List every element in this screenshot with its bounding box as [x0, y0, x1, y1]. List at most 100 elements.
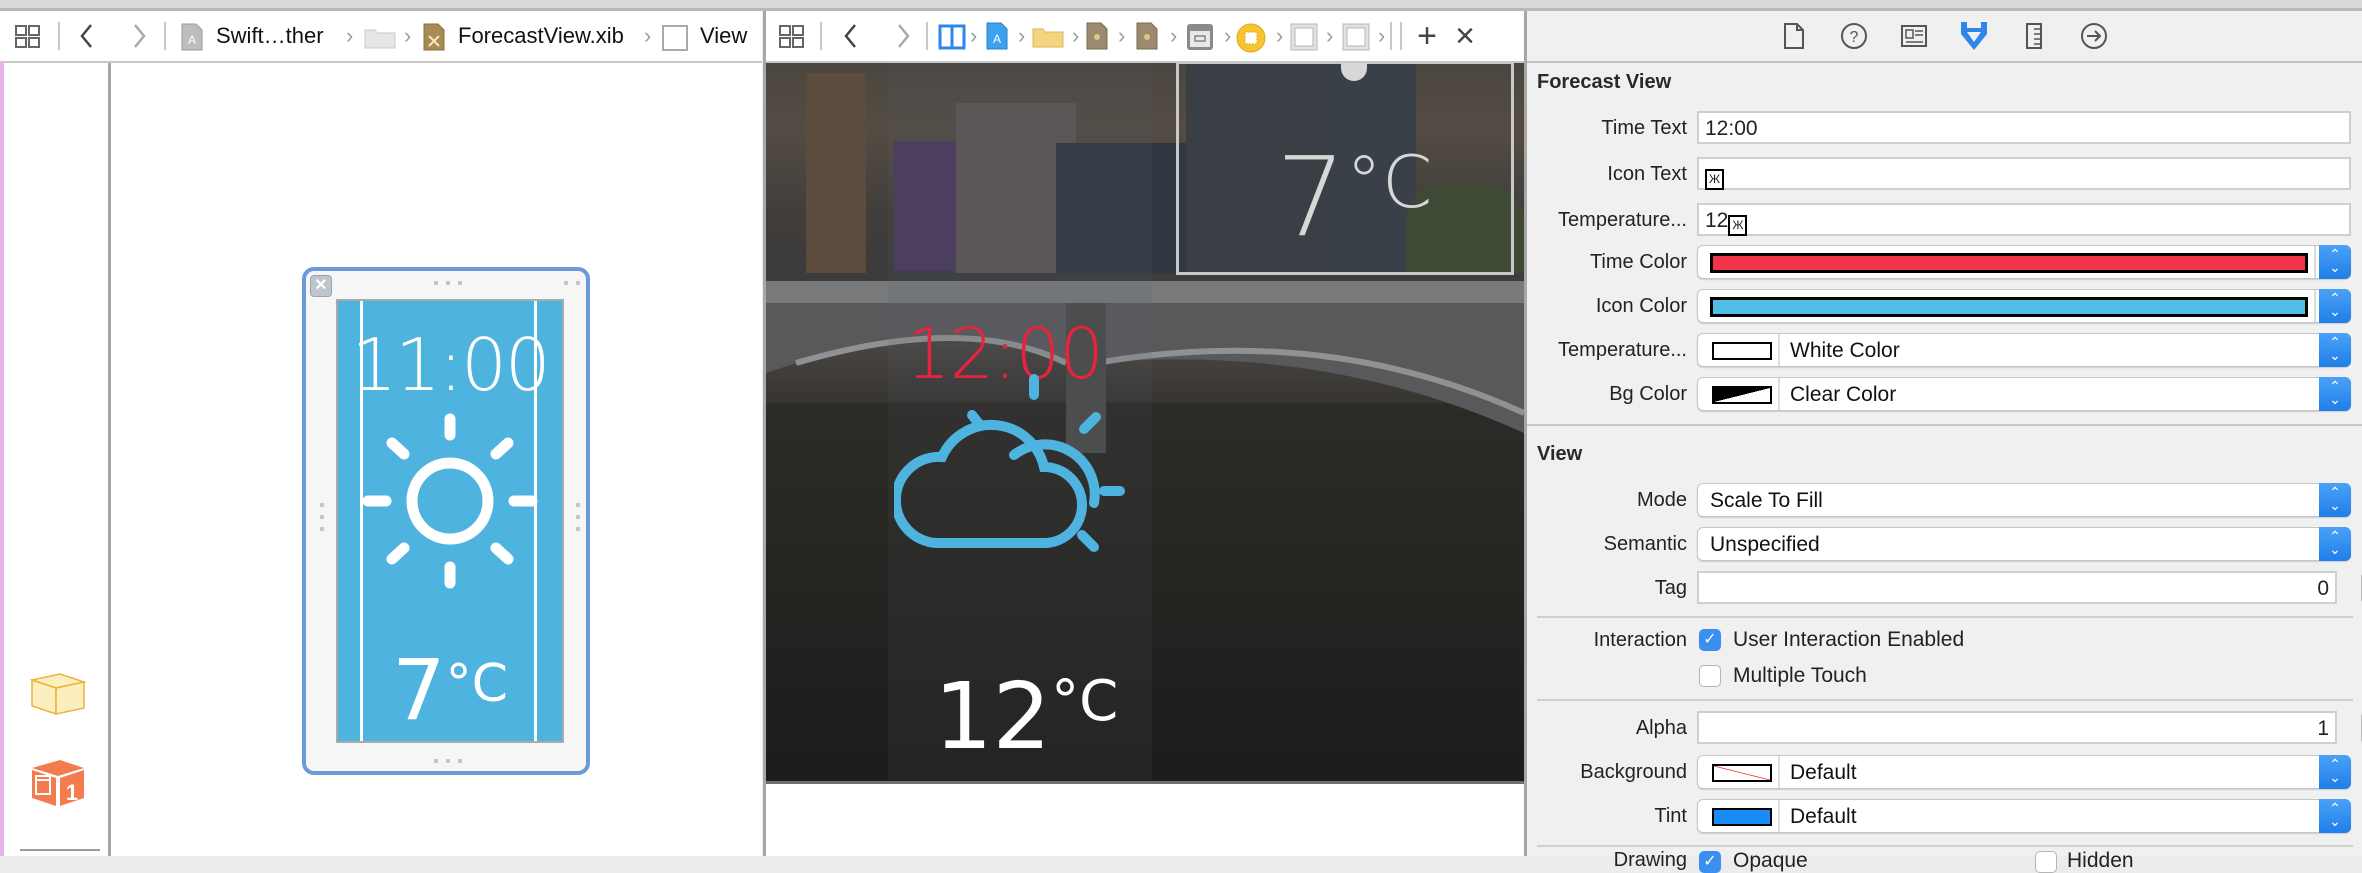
- mode-value: Scale To Fill: [1710, 489, 1823, 512]
- resize-handle[interactable]: [446, 281, 450, 285]
- forward-icon[interactable]: [888, 21, 918, 51]
- view-icon[interactable]: [1290, 23, 1318, 51]
- breadcrumb-view[interactable]: View: [700, 23, 747, 49]
- view-icon[interactable]: [1342, 23, 1370, 51]
- user-interaction-enabled-checkbox[interactable]: ✓: [1699, 629, 1721, 651]
- forecast-view-content[interactable]: 11:00 7°C: [336, 299, 564, 743]
- mode-label: Mode: [1636, 489, 1687, 511]
- temperature-color-picker[interactable]: White Color ⌃ ⌄: [1697, 333, 2351, 367]
- view-controller-icon[interactable]: [1236, 23, 1266, 53]
- back-icon[interactable]: [72, 21, 102, 51]
- popup-arrows-icon[interactable]: ⌃ ⌄: [2319, 289, 2351, 323]
- close-icon[interactable]: ✕: [310, 275, 332, 297]
- svg-text:A: A: [993, 32, 1001, 46]
- folder-icon[interactable]: [1032, 26, 1064, 48]
- resize-handle[interactable]: [576, 281, 580, 285]
- split-editor-icon[interactable]: [938, 24, 966, 50]
- temperature-text-label: Temperature...: [1558, 209, 1687, 231]
- time-label[interactable]: 11:00: [338, 323, 562, 407]
- resize-handle[interactable]: [458, 281, 462, 285]
- related-items-icon[interactable]: [14, 23, 42, 51]
- forward-icon[interactable]: [124, 21, 154, 51]
- breadcrumb-chevron-icon: ›: [970, 23, 978, 48]
- xcode-project-icon[interactable]: A: [180, 23, 204, 51]
- toolbar-separator: [1390, 22, 1392, 50]
- bg-color-picker[interactable]: Clear Color ⌃ ⌄: [1697, 377, 2351, 411]
- popup-arrows-icon[interactable]: ⌃ ⌄: [2319, 755, 2351, 789]
- partly-cloudy-icon[interactable]: [890, 373, 1132, 563]
- section-divider: [1537, 699, 2353, 701]
- semantic-select[interactable]: Unspecified ⌃ ⌄: [1697, 527, 2351, 561]
- resize-handle[interactable]: [434, 759, 438, 763]
- hidden-label[interactable]: Hidden: [2067, 849, 2134, 873]
- time-color-picker[interactable]: ⌃ ⌄: [1697, 245, 2351, 279]
- breadcrumb-project[interactable]: Swift…ther: [216, 23, 324, 49]
- icon-text-field[interactable]: Ж: [1697, 157, 2351, 190]
- breadcrumb-xib-file[interactable]: ForecastView.xib: [458, 23, 624, 49]
- popup-arrows-icon[interactable]: ⌃ ⌄: [2319, 245, 2351, 279]
- folder-icon[interactable]: [364, 27, 396, 49]
- resize-handle[interactable]: [320, 527, 324, 531]
- hidden-checkbox[interactable]: [2035, 851, 2057, 873]
- connections-inspector-icon[interactable]: [2077, 19, 2111, 53]
- attributes-inspector-icon[interactable]: [1957, 19, 1991, 53]
- tag-field[interactable]: 0: [1697, 571, 2337, 604]
- storyboard-file-icon[interactable]: [1086, 22, 1108, 50]
- temperature-color-value: White Color: [1790, 339, 1900, 362]
- resize-handle[interactable]: [576, 515, 580, 519]
- first-responder-cube-icon[interactable]: 1: [30, 758, 86, 808]
- time-text-field[interactable]: 12:00: [1697, 111, 2351, 144]
- xib-file-icon[interactable]: [422, 23, 446, 51]
- popup-arrows-icon[interactable]: ⌃ ⌄: [2319, 333, 2351, 367]
- resize-handle[interactable]: [320, 515, 324, 519]
- popup-arrows-icon[interactable]: ⌃ ⌄: [2319, 377, 2351, 411]
- popup-arrows-icon[interactable]: ⌃ ⌄: [2319, 483, 2351, 517]
- small-temperature-label[interactable]: 7°C: [1276, 133, 1432, 261]
- quick-help-icon[interactable]: ?: [1837, 19, 1871, 53]
- semantic-value: Unspecified: [1710, 533, 1820, 556]
- file-inspector-icon[interactable]: [1777, 19, 1811, 53]
- mode-select[interactable]: Scale To Fill ⌃ ⌄: [1697, 483, 2351, 517]
- svg-text:?: ?: [1850, 29, 1859, 46]
- close-editor-button[interactable]: ×: [1450, 17, 1480, 55]
- popup-arrows-icon[interactable]: ⌃ ⌄: [2319, 527, 2351, 561]
- view-icon[interactable]: [662, 25, 688, 51]
- resize-handle[interactable]: [434, 281, 438, 285]
- resize-handle[interactable]: [564, 281, 568, 285]
- tint-value: Default: [1790, 805, 1857, 828]
- temperature-label[interactable]: 12°C: [934, 663, 1118, 770]
- building: [806, 73, 866, 273]
- size-inspector-icon[interactable]: [2017, 19, 2051, 53]
- temperature-text-field[interactable]: 12 Ж: [1697, 203, 2351, 236]
- resize-handle[interactable]: [458, 759, 462, 763]
- background-color-picker[interactable]: Default ⌃ ⌄: [1697, 755, 2351, 789]
- temperature-label[interactable]: 7°C: [338, 641, 562, 739]
- multiple-touch-checkbox[interactable]: [1699, 665, 1721, 687]
- user-interaction-enabled-label[interactable]: User Interaction Enabled: [1733, 628, 1964, 652]
- resize-handle[interactable]: [320, 503, 324, 507]
- resize-handle[interactable]: [576, 527, 580, 531]
- semantic-label: Semantic: [1603, 533, 1687, 555]
- storyboard-file-icon[interactable]: [1136, 22, 1158, 50]
- forecast-view-canvas[interactable]: ✕ 11:00 7°C: [302, 267, 590, 775]
- sun-icon[interactable]: [362, 411, 538, 591]
- resize-handle[interactable]: [446, 759, 450, 763]
- related-items-icon[interactable]: [778, 23, 806, 51]
- popup-arrows-icon[interactable]: ⌃ ⌄: [2319, 799, 2351, 833]
- opaque-checkbox[interactable]: ✓: [1699, 851, 1721, 873]
- multiple-touch-label[interactable]: Multiple Touch: [1733, 664, 1867, 688]
- add-editor-button[interactable]: +: [1412, 17, 1442, 55]
- live-preview-canvas[interactable]: 7°C 12:00 12°C: [766, 63, 1524, 784]
- xcode-project-icon[interactable]: A: [986, 22, 1008, 50]
- time-color-swatch: [1710, 253, 2308, 273]
- identity-inspector-icon[interactable]: [1897, 19, 1931, 53]
- resize-handle[interactable]: [576, 503, 580, 507]
- alpha-field[interactable]: 1: [1697, 711, 2337, 744]
- view-controller-scene-icon[interactable]: [1186, 23, 1214, 51]
- back-icon[interactable]: [836, 21, 866, 51]
- opaque-label[interactable]: Opaque: [1733, 849, 1808, 873]
- icon-color-picker[interactable]: ⌃ ⌄: [1697, 289, 2351, 323]
- bg-color-value: Clear Color: [1790, 383, 1897, 406]
- placeholder-cube-icon[interactable]: [29, 670, 87, 718]
- tint-color-picker[interactable]: Default ⌃ ⌄: [1697, 799, 2351, 833]
